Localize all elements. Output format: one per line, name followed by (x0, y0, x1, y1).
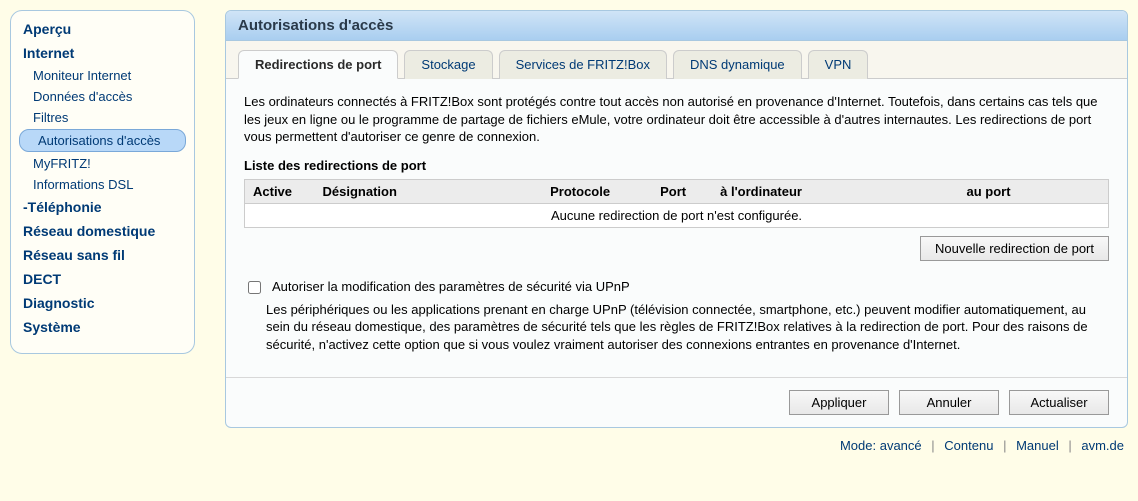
cancel-button[interactable]: Annuler (899, 390, 999, 415)
upnp-help-text: Les périphériques ou les applications pr… (266, 301, 1109, 354)
nav-reseau-sans-fil[interactable]: Réseau sans fil (15, 243, 190, 267)
refresh-button[interactable]: Actualiser (1009, 390, 1109, 415)
nav-diagnostic[interactable]: Diagnostic (15, 291, 190, 315)
col-au-port: au port (959, 179, 1109, 203)
new-port-forward-button[interactable]: Nouvelle redirection de port (920, 236, 1109, 261)
panel-title: Autorisations d'accès (226, 11, 1127, 41)
nav-informations-dsl[interactable]: Informations DSL (15, 174, 190, 195)
list-heading: Liste des redirections de port (244, 158, 1109, 173)
table-empty-row: Aucune redirection de port n'est configu… (245, 203, 1109, 227)
tab-vpn[interactable]: VPN (808, 50, 869, 79)
apply-button[interactable]: Appliquer (789, 390, 889, 415)
nav-myfritz[interactable]: MyFRITZ! (15, 153, 190, 174)
port-forward-table: Active Désignation Protocole Port à l'or… (244, 179, 1109, 228)
table-empty-message: Aucune redirection de port n'est configu… (245, 203, 1109, 227)
col-active: Active (245, 179, 315, 203)
col-a-ordinateur: à l'ordinateur (712, 179, 958, 203)
upnp-label[interactable]: Autoriser la modification des paramètres… (272, 279, 630, 294)
nav-moniteur-internet[interactable]: Moniteur Internet (15, 65, 190, 86)
footer-links: Mode: avancé | Contenu | Manuel | avm.de (225, 428, 1128, 457)
nav-reseau-domestique[interactable]: Réseau domestique (15, 219, 190, 243)
tab-bar: Redirections de port Stockage Services d… (226, 41, 1127, 79)
nav-apercu[interactable]: Aperçu (15, 17, 190, 41)
nav-telephonie[interactable]: -Téléphonie (15, 195, 190, 219)
nav-internet[interactable]: Internet (15, 41, 190, 65)
mode-link[interactable]: avancé (880, 438, 922, 453)
nav-dect[interactable]: DECT (15, 267, 190, 291)
tab-dns-dynamique[interactable]: DNS dynamique (673, 50, 802, 79)
table-header-row: Active Désignation Protocole Port à l'or… (245, 179, 1109, 203)
nav-filtres[interactable]: Filtres (15, 107, 190, 128)
nav-donnees-acces[interactable]: Données d'accès (15, 86, 190, 107)
manual-link[interactable]: Manuel (1016, 438, 1059, 453)
upnp-checkbox[interactable] (248, 281, 261, 294)
mode-label: Mode: (840, 438, 876, 453)
nav-systeme[interactable]: Système (15, 315, 190, 339)
contents-link[interactable]: Contenu (944, 438, 993, 453)
col-designation: Désignation (315, 179, 543, 203)
tab-stockage[interactable]: Stockage (404, 50, 492, 79)
nav-autorisations-acces[interactable]: Autorisations d'accès (19, 129, 186, 152)
sidebar-nav: Aperçu Internet Moniteur Internet Donnée… (10, 10, 195, 354)
col-protocole: Protocole (542, 179, 652, 203)
tab-services-fritzbox[interactable]: Services de FRITZ!Box (499, 50, 667, 79)
tab-redirections-port[interactable]: Redirections de port (238, 50, 398, 79)
col-port: Port (652, 179, 712, 203)
avm-link[interactable]: avm.de (1081, 438, 1124, 453)
intro-text: Les ordinateurs connectés à FRITZ!Box so… (244, 93, 1109, 146)
main-panel: Autorisations d'accès Redirections de po… (225, 10, 1128, 428)
